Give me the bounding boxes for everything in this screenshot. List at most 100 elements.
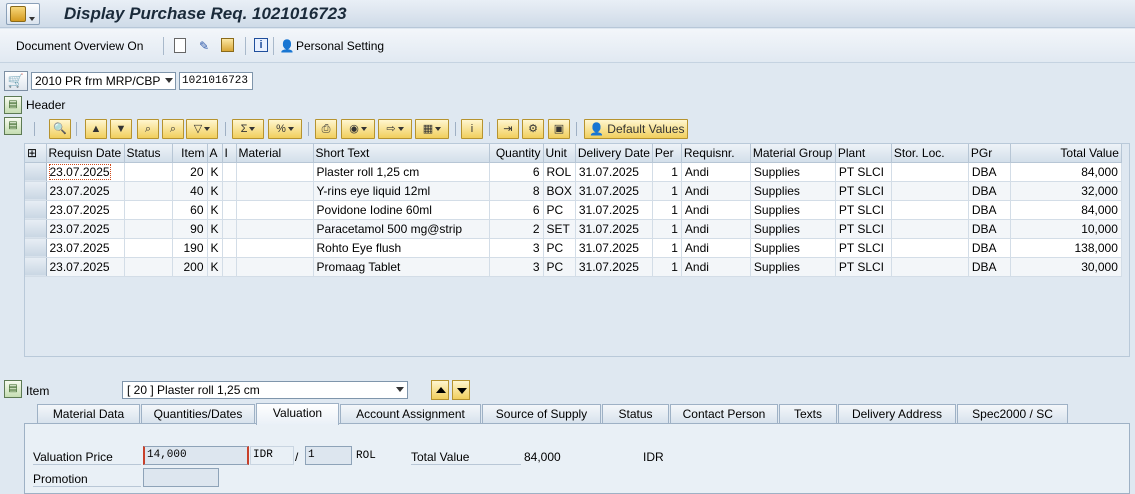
table-cell[interactable]: 10,000 bbox=[1010, 219, 1122, 239]
column-header[interactable]: Requisn Date bbox=[46, 144, 125, 163]
table-cell[interactable]: Andi bbox=[681, 219, 751, 239]
layout-icon[interactable]: ▦ bbox=[415, 119, 449, 139]
table-cell[interactable]: BOX bbox=[543, 181, 576, 201]
table-cell[interactable]: Andi bbox=[681, 162, 751, 182]
column-header[interactable]: Item bbox=[172, 144, 208, 163]
table-cell[interactable]: Y-rins eye liquid 12ml bbox=[313, 181, 490, 201]
table-cell[interactable]: 1 bbox=[652, 181, 682, 201]
tab-spec2000-sc[interactable]: Spec2000 / SC bbox=[957, 404, 1068, 424]
column-header[interactable]: Short Text bbox=[313, 144, 490, 163]
promotion-field[interactable] bbox=[143, 468, 219, 487]
table-cell[interactable]: DBA bbox=[968, 238, 1011, 258]
table-cell[interactable]: 2 bbox=[489, 219, 544, 239]
sort-ascending-icon[interactable]: ▲ bbox=[85, 119, 107, 139]
table-row[interactable]: 23.07.2025 200 K Promaag Tablet 3 PC 31.07.202… bbox=[25, 257, 1122, 277]
tab-valuation[interactable]: Valuation bbox=[256, 403, 339, 425]
row-selector[interactable] bbox=[25, 181, 47, 201]
table-cell[interactable]: 31.07.2025 bbox=[575, 181, 653, 201]
item-detail-collapse-icon[interactable]: ▤ bbox=[4, 380, 22, 398]
print-icon[interactable]: ⎙ bbox=[315, 119, 337, 139]
table-row[interactable]: 23.07.2025 60 K Povidone Iodine 60ml 6 PC 31.0… bbox=[25, 200, 1122, 220]
tab-status[interactable]: Status bbox=[602, 404, 669, 424]
tab-contact-person[interactable]: Contact Person bbox=[670, 404, 778, 424]
table-cell[interactable]: 23.07.2025 bbox=[46, 238, 125, 258]
table-cell[interactable]: K bbox=[207, 257, 223, 277]
table-cell[interactable]: 23.07.2025 bbox=[46, 219, 125, 239]
table-cell[interactable]: 3 bbox=[489, 238, 544, 258]
table-cell[interactable] bbox=[124, 181, 173, 201]
table-cell[interactable] bbox=[236, 257, 314, 277]
table-cell[interactable] bbox=[124, 238, 173, 258]
table-cell[interactable]: 200 bbox=[172, 257, 208, 277]
table-cell[interactable]: 23.07.2025 bbox=[46, 181, 125, 201]
tab-texts[interactable]: Texts bbox=[779, 404, 837, 424]
cart-icon[interactable]: 🛒 bbox=[4, 71, 28, 91]
table-cell[interactable] bbox=[222, 181, 237, 201]
column-header[interactable]: Material bbox=[236, 144, 314, 163]
document-number-field[interactable]: 1021016723 bbox=[179, 72, 253, 90]
table-cell[interactable]: Supplies bbox=[750, 238, 836, 258]
table-cell[interactable]: Povidone Iodine 60ml bbox=[313, 200, 490, 220]
tab-account-assignment[interactable]: Account Assignment bbox=[340, 404, 481, 424]
row-selector[interactable] bbox=[25, 238, 47, 258]
column-header[interactable]: Unit bbox=[543, 144, 576, 163]
table-cell[interactable] bbox=[222, 162, 237, 182]
table-cell[interactable] bbox=[124, 200, 173, 220]
table-cell[interactable]: Supplies bbox=[750, 200, 836, 220]
table-row[interactable]: 23.07.2025 190 K Rohto Eye flush 3 PC 31.07.20… bbox=[25, 238, 1122, 258]
document-type-select[interactable]: 2010 PR frm MRP/CBP bbox=[31, 72, 176, 90]
table-cell[interactable] bbox=[236, 181, 314, 201]
table-cell[interactable]: 90 bbox=[172, 219, 208, 239]
table-cell[interactable]: 32,000 bbox=[1010, 181, 1122, 201]
table-row[interactable]: 23.07.2025 20 K Plaster roll 1,25 cm 6 ROL 31.… bbox=[25, 162, 1122, 182]
table-cell[interactable] bbox=[236, 219, 314, 239]
row-selector[interactable] bbox=[25, 257, 47, 277]
table-row[interactable]: 23.07.2025 40 K Y-rins eye liquid 12ml 8 BOX 3… bbox=[25, 181, 1122, 201]
column-header[interactable]: Status bbox=[124, 144, 173, 163]
table-cell[interactable]: DBA bbox=[968, 257, 1011, 277]
table-cell[interactable]: Supplies bbox=[750, 257, 836, 277]
settings-icon[interactable]: ⚙ bbox=[522, 119, 544, 139]
table-cell[interactable] bbox=[222, 238, 237, 258]
table-cell[interactable]: K bbox=[207, 181, 223, 201]
view-icon[interactable]: ◉ bbox=[341, 119, 375, 139]
find-next-icon[interactable]: ⌕ bbox=[162, 119, 184, 139]
column-header[interactable]: Plant bbox=[835, 144, 892, 163]
table-cell[interactable]: 23.07.2025 bbox=[46, 200, 125, 220]
table-cell[interactable]: DBA bbox=[968, 181, 1011, 201]
column-header[interactable]: Quantity bbox=[489, 144, 544, 163]
table-cell[interactable] bbox=[891, 162, 969, 182]
default-values-button[interactable]: 👤 Default Values bbox=[584, 119, 688, 139]
sum-icon[interactable]: Σ bbox=[232, 119, 264, 139]
table-cell[interactable]: 23.07.2025 bbox=[46, 162, 125, 182]
currency-field[interactable]: IDR bbox=[250, 446, 294, 465]
previous-item-button[interactable] bbox=[431, 380, 449, 400]
table-cell[interactable] bbox=[891, 238, 969, 258]
table-cell[interactable]: 8 bbox=[489, 181, 544, 201]
find-icon[interactable]: ⌕ bbox=[137, 119, 159, 139]
table-cell[interactable] bbox=[236, 200, 314, 220]
table-cell[interactable]: K bbox=[207, 238, 223, 258]
filter-icon[interactable]: ▽ bbox=[186, 119, 218, 139]
table-cell[interactable]: Paracetamol 500 mg@strip bbox=[313, 219, 490, 239]
table-cell[interactable]: Andi bbox=[681, 200, 751, 220]
table-cell[interactable]: 31.07.2025 bbox=[575, 200, 653, 220]
table-cell[interactable]: 6 bbox=[489, 200, 544, 220]
table-cell[interactable]: PT SLCI bbox=[835, 219, 892, 239]
table-cell[interactable]: K bbox=[207, 219, 223, 239]
table-cell[interactable] bbox=[891, 257, 969, 277]
table-cell[interactable] bbox=[222, 257, 237, 277]
info-icon[interactable]: i bbox=[461, 119, 483, 139]
valuation-price-field[interactable]: 14,000 bbox=[143, 446, 249, 465]
table-cell[interactable]: ROL bbox=[543, 162, 576, 182]
table-cell[interactable] bbox=[124, 219, 173, 239]
details-icon[interactable]: 🔍 bbox=[49, 119, 71, 139]
table-cell[interactable]: 138,000 bbox=[1010, 238, 1122, 258]
table-cell[interactable] bbox=[222, 219, 237, 239]
table-cell[interactable]: 1 bbox=[652, 162, 682, 182]
row-selector[interactable] bbox=[25, 219, 47, 239]
table-cell[interactable] bbox=[236, 162, 314, 182]
table-cell[interactable]: K bbox=[207, 200, 223, 220]
system-menu-button[interactable] bbox=[6, 3, 40, 25]
clipboard-icon[interactable] bbox=[221, 38, 234, 52]
